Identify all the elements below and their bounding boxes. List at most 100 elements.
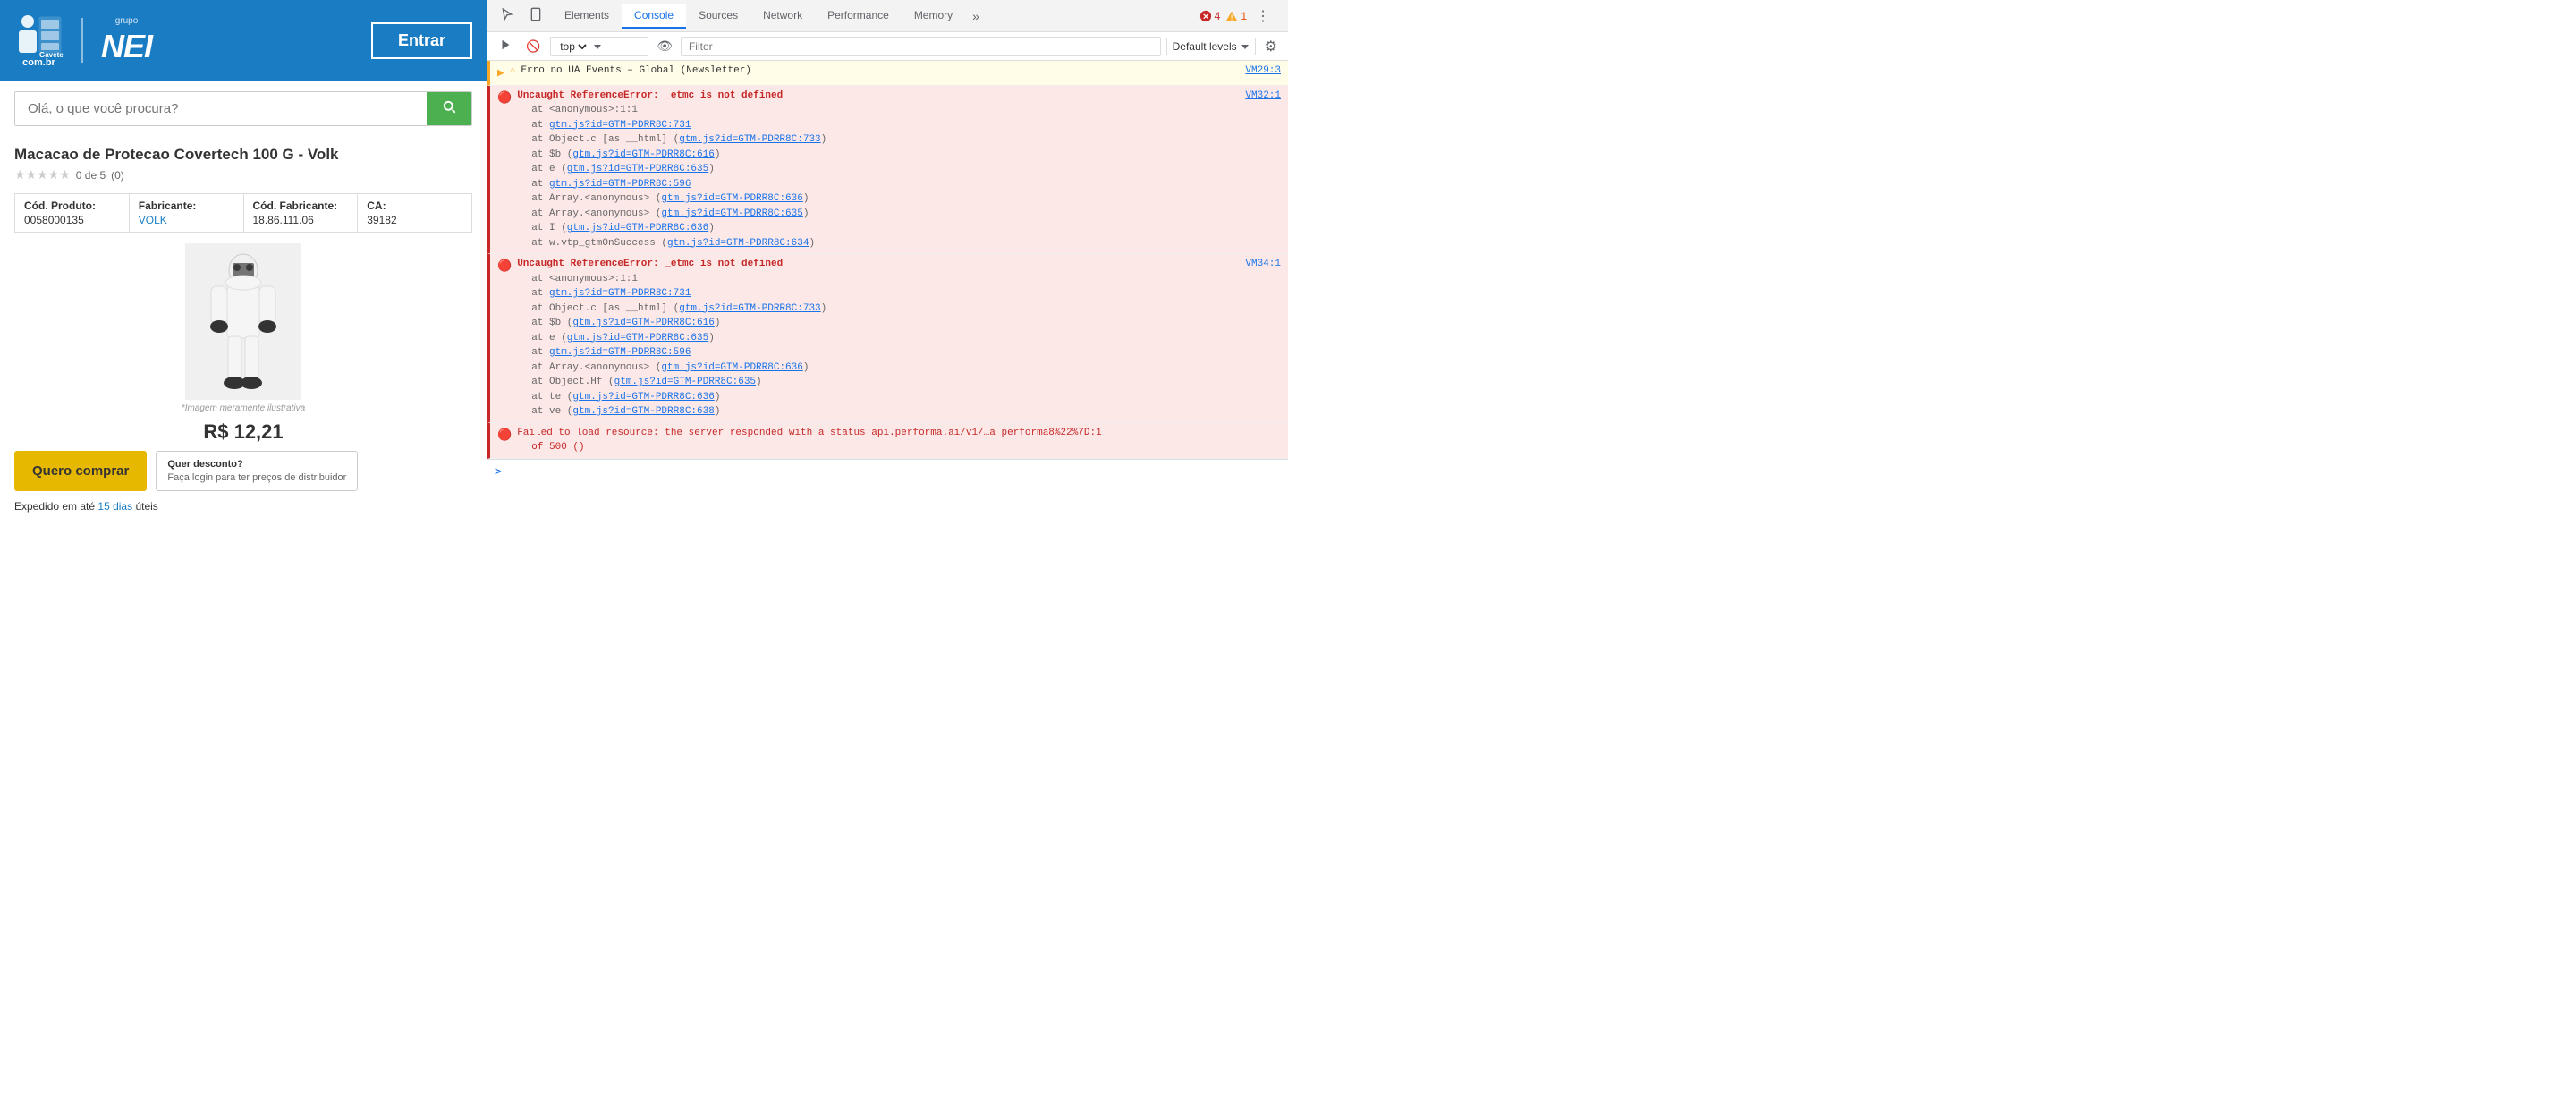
enter-button[interactable]: Entrar — [371, 22, 472, 59]
cod-produto-cell: Cód. Produto: 0058000135 — [15, 194, 130, 232]
stack-link-1-7[interactable]: gtm.js?id=GTM-PDRR8C:635 — [661, 208, 802, 219]
product-image-placeholder — [185, 243, 301, 400]
console-input[interactable] — [507, 465, 1281, 478]
stack-link-2-2[interactable]: gtm.js?id=GTM-PDRR8C:733 — [679, 303, 820, 314]
stack-link-2-9[interactable]: gtm.js?id=GTM-PDRR8C:638 — [572, 406, 714, 417]
fabricante-label: Fabricante: — [139, 199, 234, 212]
tab-more-button[interactable]: » — [965, 4, 987, 29]
shipping-days[interactable]: 15 dias — [97, 500, 132, 513]
stack-line-2-9: at ve (gtm.js?id=GTM-PDRR8C:638) — [517, 404, 1281, 420]
console-execute-button[interactable] — [495, 36, 516, 56]
error-badge-row: ✕ 4 ! 1 ⋮ — [1199, 4, 1281, 29]
stack-link-1-3[interactable]: gtm.js?id=GTM-PDRR8C:616 — [572, 149, 714, 160]
clear-console-button[interactable]: 🚫 — [521, 37, 545, 56]
network-error-icon: 🔴 — [497, 427, 512, 445]
stack-link-1-1[interactable]: gtm.js?id=GTM-PDRR8C:731 — [549, 120, 691, 131]
error-content-1: Uncaught ReferenceError: _etmc is not de… — [517, 89, 1281, 251]
error-source-1[interactable]: VM32:1 — [1238, 89, 1281, 104]
error-main-text-2: Uncaught ReferenceError: _etmc is not de… — [517, 259, 783, 269]
gaveteiro-logo-icon: Gaveteiro — [14, 13, 64, 57]
search-bar — [14, 91, 472, 126]
network-error-link-text[interactable]: api.performa.ai/v1/…a performa8%22%7D:1 — [871, 428, 1101, 438]
buy-button[interactable]: Quero comprar — [14, 451, 147, 491]
stack-line-1-6: at Array.<anonymous> (gtm.js?id=GTM-PDRR… — [517, 191, 1281, 207]
warn-triangle-1: ⚠ — [510, 64, 516, 79]
stack-link-2-1[interactable]: gtm.js?id=GTM-PDRR8C:731 — [549, 288, 691, 299]
error-badge: ✕ 4 — [1199, 10, 1221, 22]
devtools-tabs: Elements Console Sources Network Perform… — [552, 4, 1196, 29]
stack-link-2-5[interactable]: gtm.js?id=GTM-PDRR8C:596 — [549, 347, 691, 358]
stack-link-2-6[interactable]: gtm.js?id=GTM-PDRR8C:636 — [661, 362, 802, 373]
network-error-text: Failed to load resource: the server resp… — [517, 428, 1102, 438]
stack-line-2-7: at Object.Hf (gtm.js?id=GTM-PDRR8C:635) — [517, 375, 1281, 390]
brand-sub-name: com.br — [22, 57, 55, 68]
console-settings-button[interactable]: ⚙ — [1261, 34, 1281, 59]
stack-link-2-3[interactable]: gtm.js?id=GTM-PDRR8C:616 — [572, 318, 714, 328]
cod-produto-value: 0058000135 — [24, 214, 84, 226]
action-row: Quero comprar Quer desconto? Faça login … — [14, 451, 472, 491]
context-select-input[interactable]: top — [556, 39, 589, 54]
stack-link-1-8[interactable]: gtm.js?id=GTM-PDRR8C:636 — [567, 223, 708, 233]
cod-fabricante-label: Cód. Fabricante: — [253, 199, 349, 212]
tab-elements[interactable]: Elements — [552, 4, 622, 29]
discount-title: Quer desconto? — [167, 459, 346, 470]
network-error-content: Failed to load resource: the server resp… — [517, 426, 1281, 455]
site-header: Gaveteiro com.br grupo NEI Entrar — [0, 0, 487, 81]
devtools-settings-button[interactable]: ⋮ — [1252, 4, 1274, 29]
stack-link-2-8[interactable]: gtm.js?id=GTM-PDRR8C:636 — [572, 392, 714, 403]
stack-link-1-6[interactable]: gtm.js?id=GTM-PDRR8C:636 — [661, 193, 802, 204]
error-source-2[interactable]: VM34:1 — [1238, 257, 1281, 272]
console-messages-area[interactable]: ▶ ⚠ Erro no UA Events – Global (Newslett… — [487, 61, 1288, 556]
device-toolbar-button[interactable] — [523, 4, 548, 28]
devtools-panel: Elements Console Sources Network Perform… — [487, 0, 1288, 556]
search-input[interactable] — [15, 92, 427, 125]
error-main-text-1: Uncaught ReferenceError: _etmc is not de… — [517, 90, 783, 101]
tab-sources[interactable]: Sources — [686, 4, 750, 29]
svg-text:!: ! — [1231, 13, 1233, 21]
error-icon-1: 🔴 — [497, 89, 512, 107]
stack-line-2-6: at Array.<anonymous> (gtm.js?id=GTM-PDRR… — [517, 360, 1281, 376]
logo-divider — [81, 18, 83, 63]
stack-link-1-4[interactable]: gtm.js?id=GTM-PDRR8C:635 — [567, 164, 708, 174]
stack-link-2-4[interactable]: gtm.js?id=GTM-PDRR8C:635 — [567, 333, 708, 343]
stack-link-2-7[interactable]: gtm.js?id=GTM-PDRR8C:635 — [614, 377, 756, 387]
tab-network[interactable]: Network — [750, 4, 815, 29]
image-note: *Imagem meramente ilustrativa — [14, 403, 472, 413]
stack-line-2-0: at <anonymous>:1:1 — [517, 272, 1281, 287]
inspect-element-button[interactable] — [495, 4, 520, 28]
product-section: Macacao de Protecao Covertech 100 G - Vo… — [0, 137, 487, 522]
tab-console[interactable]: Console — [622, 4, 686, 29]
error-count: 4 — [1215, 10, 1221, 22]
cod-fabricante-cell: Cód. Fabricante: 18.86.111.06 — [244, 194, 359, 232]
warn-triangle-icon: ! — [1225, 10, 1238, 22]
stack-link-1-5[interactable]: gtm.js?id=GTM-PDRR8C:596 — [549, 179, 691, 190]
rating-row: ★★★★★ 0 de 5 (0) — [14, 167, 472, 182]
rating-count: (0) — [111, 169, 124, 182]
levels-selector[interactable]: Default levels — [1166, 38, 1256, 55]
stack-line-1-0: at <anonymous>:1:1 — [517, 103, 1281, 118]
warn-source-1[interactable]: VM29:3 — [1238, 64, 1281, 79]
stack-line-1-4: at e (gtm.js?id=GTM-PDRR8C:635) — [517, 162, 1281, 177]
stack-link-1-2[interactable]: gtm.js?id=GTM-PDRR8C:733 — [679, 134, 820, 145]
stack-line-2-5: at gtm.js?id=GTM-PDRR8C:596 — [517, 345, 1281, 360]
svg-text:✕: ✕ — [1202, 12, 1208, 21]
eye-button[interactable]: 👁 — [654, 36, 675, 56]
stack-line-1-1: at gtm.js?id=GTM-PDRR8C:731 — [517, 118, 1281, 133]
stack-line-1-7: at Array.<anonymous> (gtm.js?id=GTM-PDRR… — [517, 207, 1281, 222]
tab-performance[interactable]: Performance — [815, 4, 902, 29]
error-text-2: Uncaught ReferenceError: _etmc is not de… — [517, 259, 783, 269]
shipping-suffix: úteis — [135, 500, 157, 513]
tab-memory[interactable]: Memory — [902, 4, 965, 29]
error-content-2: Uncaught ReferenceError: _etmc is not de… — [517, 257, 1281, 420]
console-toolbar: 🚫 top 👁 Default levels ⚙ — [487, 32, 1288, 61]
star-icons: ★★★★★ — [14, 167, 71, 182]
filter-input[interactable] — [681, 37, 1161, 56]
shipping-text: Expedido em até — [14, 500, 95, 513]
context-selector[interactable]: top — [550, 37, 648, 56]
search-button[interactable] — [427, 92, 471, 125]
fabricante-value[interactable]: VOLK — [139, 214, 167, 226]
stack-link-1-9[interactable]: gtm.js?id=GTM-PDRR8C:634 — [667, 238, 809, 249]
logo-area: Gaveteiro com.br grupo NEI — [14, 13, 152, 68]
warn-count: 1 — [1241, 10, 1247, 22]
ca-value: 39182 — [367, 214, 396, 226]
